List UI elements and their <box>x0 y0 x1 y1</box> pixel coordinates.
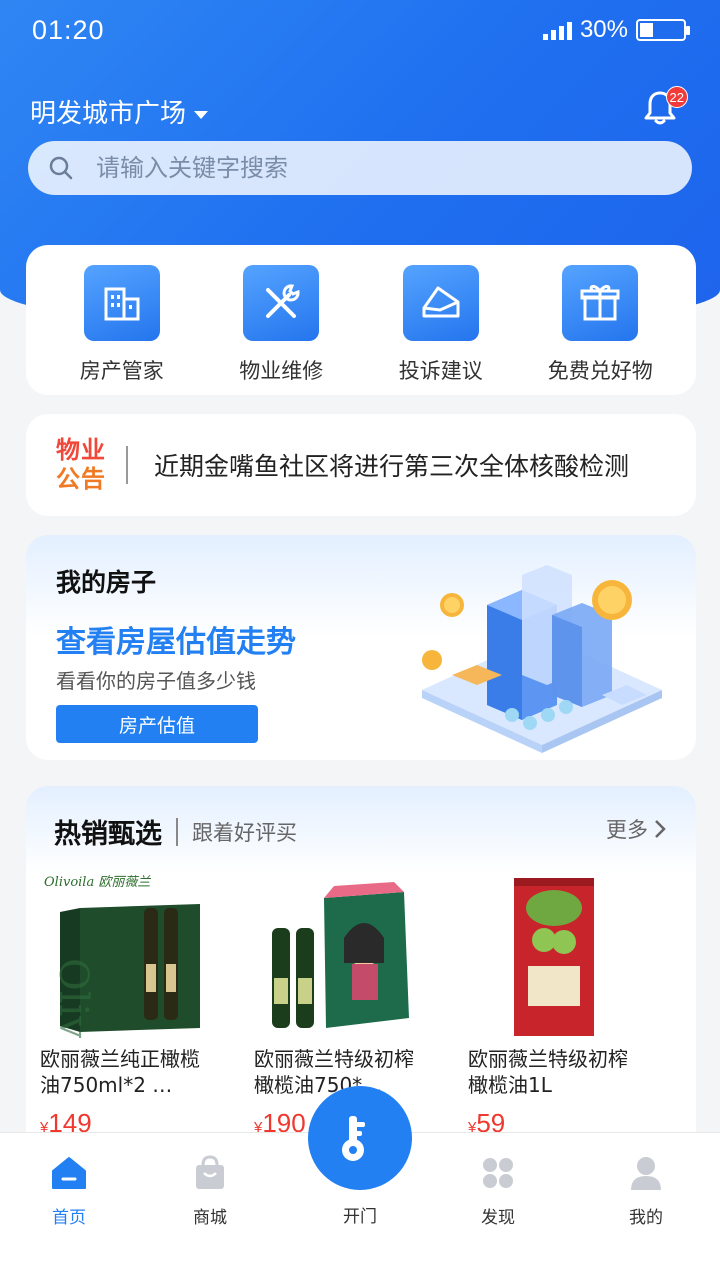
tab-label: 首页 <box>52 1208 86 1228</box>
hot-picks-header: 热销甄选 跟着好评买 <box>54 812 297 851</box>
property-notice[interactable]: 物业 公告 近期金嘴鱼社区将进行第三次全体核酸检测 <box>26 414 696 516</box>
status-bar: 01:20 30% <box>32 10 690 50</box>
quick-action-repair[interactable]: 物业维修 <box>206 245 356 395</box>
product-image <box>254 868 424 1038</box>
quick-action-gift[interactable]: 免费兑好物 <box>525 245 675 395</box>
my-house-card[interactable]: 我的房子 查看房屋估值走势 看看你的房子值多少钱 房产估值 <box>26 535 696 760</box>
tab-label: 发现 <box>481 1208 515 1228</box>
quick-action-label: 免费兑好物 <box>547 359 653 383</box>
status-time: 01:20 <box>32 14 105 45</box>
notice-logo: 物业 公告 <box>56 436 106 494</box>
notice-logo-line1: 物业 <box>56 436 106 464</box>
hot-picks-subtitle: 跟着好评买 <box>192 820 297 845</box>
location-name: 明发城市广场 <box>30 99 187 129</box>
quick-action-complaint[interactable]: 投诉建议 <box>366 245 516 395</box>
search-input[interactable] <box>96 154 596 182</box>
house-headline: 查看房屋估值走势 <box>56 625 296 660</box>
status-indicators: 30% <box>542 16 690 44</box>
hot-picks-title: 热销甄选 <box>54 819 162 850</box>
quick-actions: 房产管家 物业维修 投诉建议 免费兑好物 <box>26 245 696 395</box>
more-label: 更多 <box>606 818 648 842</box>
notice-logo-line2: 公告 <box>56 465 106 493</box>
search-icon <box>49 156 73 180</box>
product-name: 欧丽薇兰纯正橄榄油750ml*2 … <box>40 1047 200 1097</box>
search-bar[interactable] <box>28 141 692 195</box>
grid-icon <box>483 1158 513 1188</box>
tab-label: 我的 <box>629 1208 663 1228</box>
tab-mall[interactable]: 商城 <box>160 1155 260 1228</box>
house-title: 我的房子 <box>56 568 157 597</box>
user-icon <box>631 1157 661 1190</box>
signal-icon <box>542 20 572 40</box>
battery-icon <box>636 19 690 41</box>
tab-mine[interactable]: 我的 <box>596 1155 696 1228</box>
shopping-bag-icon <box>196 1155 224 1189</box>
envelope-icon <box>402 265 479 341</box>
product-name: 欧丽薇兰特级初榨橄榄油1L <box>468 1047 628 1097</box>
product-card[interactable]: 欧丽薇兰特级初榨橄榄油1L ¥59 <box>468 868 638 1139</box>
notification-button[interactable]: 22 <box>640 86 688 128</box>
battery-percent: 30% <box>579 16 628 43</box>
tab-home[interactable]: 首页 <box>19 1155 119 1228</box>
product-brand-logo: Olivoila 欧丽薇兰 <box>44 875 151 890</box>
product-image <box>468 868 638 1038</box>
open-door-label: 开门 <box>343 1207 377 1227</box>
location-selector[interactable]: 明发城市广场 <box>30 93 209 130</box>
tab-label: 商城 <box>193 1208 227 1228</box>
notification-badge: 22 <box>665 86 688 108</box>
gift-icon <box>562 265 639 341</box>
notice-divider <box>126 446 128 484</box>
quick-action-label: 投诉建议 <box>398 359 483 383</box>
home-icon <box>52 1157 86 1189</box>
property-valuation-button[interactable]: 房产估值 <box>56 705 258 743</box>
key-icon <box>342 1116 365 1161</box>
tab-discover[interactable]: 发现 <box>448 1155 548 1228</box>
quick-action-label: 房产管家 <box>79 359 164 383</box>
notice-text: 近期金嘴鱼社区将进行第三次全体核酸检测 <box>154 452 630 481</box>
caret-down-icon <box>194 110 209 119</box>
product-image: Olivoila 欧丽薇兰 Olivoila <box>40 868 210 1113</box>
building-icon <box>83 265 160 341</box>
tools-icon <box>243 265 320 341</box>
quick-action-property-manager[interactable]: 房产管家 <box>47 245 197 395</box>
house-subtitle: 看看你的房子值多少钱 <box>56 669 256 693</box>
quick-action-label: 物业维修 <box>239 359 324 383</box>
city-buildings-illustration <box>422 565 662 753</box>
more-link[interactable]: 更多 <box>606 814 666 844</box>
open-door-button[interactable] <box>308 1086 412 1190</box>
hot-picks-divider <box>176 817 178 846</box>
product-card[interactable]: Olivoila 欧丽薇兰 Olivoila 欧丽薇兰纯正橄榄油750ml*2 … <box>40 868 210 1139</box>
chevron-right-icon <box>655 820 666 838</box>
svg-text:Olivoila: Olivoila <box>50 958 96 1038</box>
